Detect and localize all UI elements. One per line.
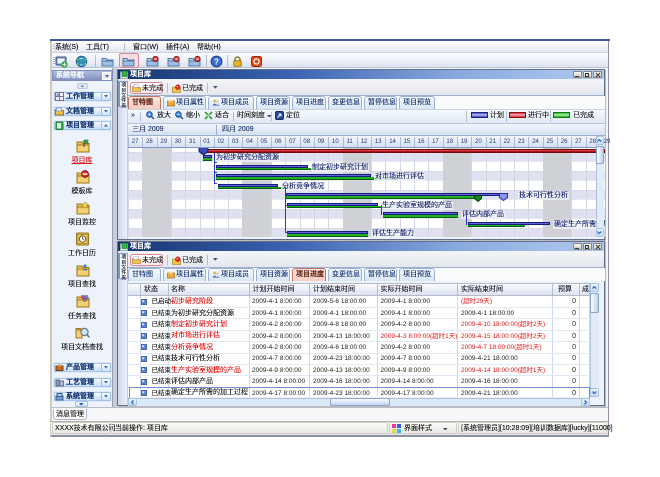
svg-text:?: ? <box>214 57 219 66</box>
